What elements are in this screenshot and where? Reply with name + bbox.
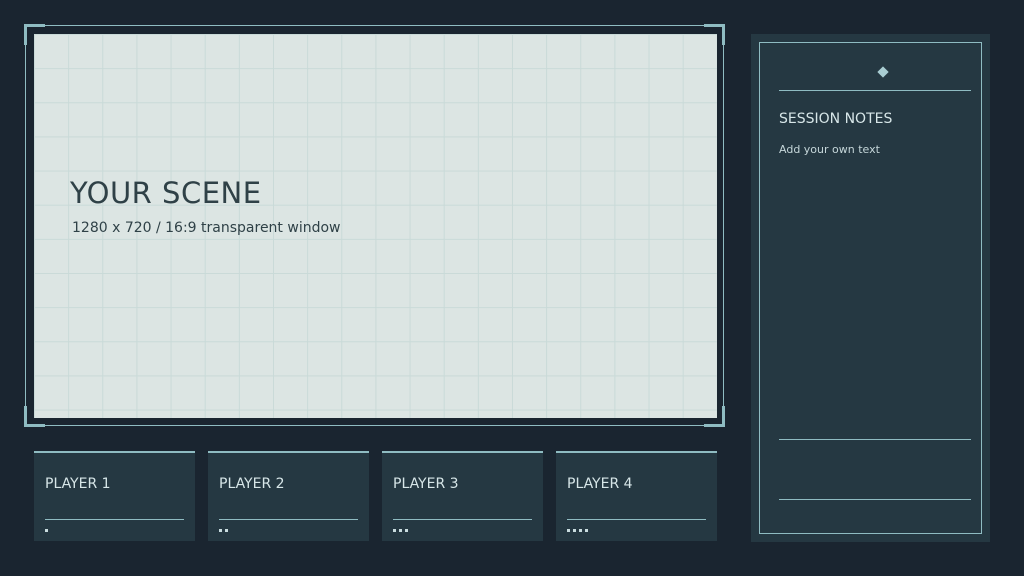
player-card-3: PLAYER 3 [382, 451, 543, 541]
player-dots [219, 529, 228, 532]
player-card-1: PLAYER 1 [34, 451, 195, 541]
scene-window: YOUR SCENE 1280 x 720 / 16:9 transparent… [34, 34, 717, 418]
diamond-icon [877, 66, 889, 78]
player-dot [573, 529, 576, 532]
player-dot [579, 529, 582, 532]
player-label: PLAYER 1 [45, 476, 111, 492]
notes-divider-middle [779, 439, 971, 440]
notes-text: Add your own text [779, 143, 880, 156]
notes-title: SESSION NOTES [779, 111, 893, 127]
overlay-root: YOUR SCENE 1280 x 720 / 16:9 transparent… [0, 0, 1024, 576]
player-dot [585, 529, 588, 532]
player-dot [405, 529, 408, 532]
player-divider [219, 519, 358, 520]
player-dot [399, 529, 402, 532]
player-card-2: PLAYER 2 [208, 451, 369, 541]
player-label: PLAYER 4 [567, 476, 633, 492]
player-dots [45, 529, 48, 532]
notes-divider-top [779, 90, 971, 91]
player-divider [567, 519, 706, 520]
player-dot [45, 529, 48, 532]
notes-divider-bottom [779, 499, 971, 500]
player-dot [393, 529, 396, 532]
player-divider [393, 519, 532, 520]
player-dot [219, 529, 222, 532]
player-card-4: PLAYER 4 [556, 451, 717, 541]
player-dot [567, 529, 570, 532]
session-notes-panel: SESSION NOTES Add your own text [751, 34, 990, 542]
scene-title: YOUR SCENE [70, 176, 262, 210]
player-dot [225, 529, 228, 532]
player-label: PLAYER 2 [219, 476, 285, 492]
notes-border: SESSION NOTES Add your own text [759, 42, 982, 534]
scene-subtitle: 1280 x 720 / 16:9 transparent window [72, 220, 341, 236]
player-divider [45, 519, 184, 520]
player-label: PLAYER 3 [393, 476, 459, 492]
player-dots [393, 529, 408, 532]
player-dots [567, 529, 588, 532]
